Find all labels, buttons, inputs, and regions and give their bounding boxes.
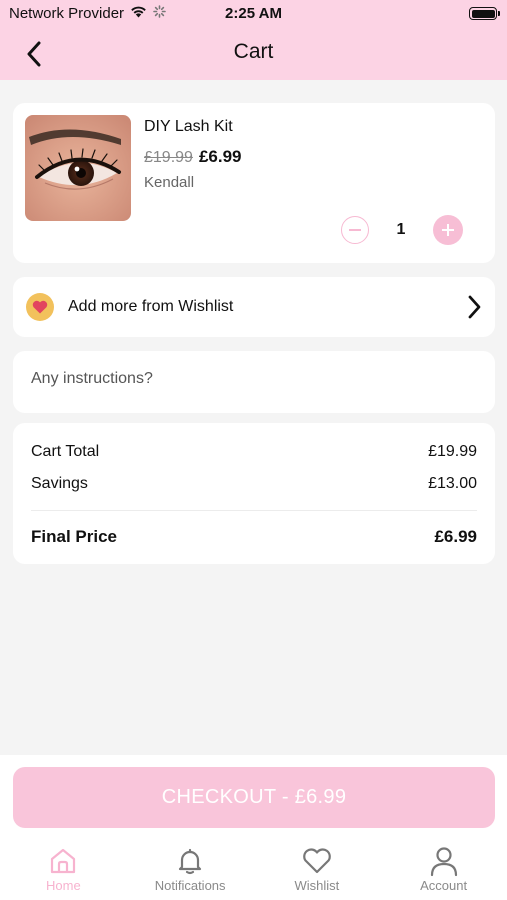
status-bar: Network Provider 2:25 AM [0, 0, 507, 28]
original-price: £19.99 [144, 149, 193, 166]
tab-label: Account [420, 878, 468, 893]
summary-divider [31, 510, 477, 511]
wishlist-heart-icon [26, 293, 54, 321]
final-price-label: Final Price [31, 527, 117, 546]
tab-bar: Home Notifications Wishlist Account [0, 845, 507, 900]
final-price-row: Final Price £6.99 [31, 527, 477, 547]
add-from-wishlist-row[interactable]: Add more from Wishlist [13, 277, 495, 337]
nav-bar: Cart [0, 28, 507, 80]
product-image[interactable] [25, 115, 131, 221]
instructions-input[interactable] [31, 370, 471, 388]
status-time: 2:25 AM [225, 5, 282, 22]
bell-icon [175, 845, 205, 877]
quantity-value: 1 [396, 221, 406, 238]
sale-price: £6.99 [198, 147, 242, 166]
chevron-right-icon [467, 295, 481, 324]
tab-home[interactable]: Home [0, 845, 127, 900]
page-title: Cart [233, 40, 274, 63]
tab-wishlist[interactable]: Wishlist [254, 845, 381, 900]
increase-quantity-button[interactable] [433, 215, 463, 245]
final-price-value: £6.99 [434, 527, 477, 546]
tab-notifications[interactable]: Notifications [127, 845, 254, 900]
tab-label: Home [46, 878, 81, 893]
bottom-area: CHECKOUT - £6.99 Home Notifications Wish… [0, 755, 507, 900]
wishlist-label: Add more from Wishlist [68, 298, 234, 315]
product-name[interactable]: DIY Lash Kit [144, 118, 233, 136]
checkout-button[interactable]: CHECKOUT - £6.99 [13, 767, 495, 828]
price-summary-card: Cart Total £19.99 Savings £13.00 Final P… [13, 423, 495, 564]
price-row: £19.99 £6.99 [144, 147, 241, 167]
battery-icon [469, 7, 500, 20]
cart-item-card: DIY Lash Kit £19.99 £6.99 Kendall 1 [13, 103, 495, 263]
cart-total-value: £19.99 [428, 443, 477, 460]
savings-label: Savings [31, 475, 88, 492]
heart-icon [301, 845, 333, 877]
tab-label: Notifications [154, 878, 226, 893]
tab-label: Wishlist [294, 878, 340, 893]
instructions-card [13, 351, 495, 413]
home-icon [48, 845, 78, 877]
user-icon [429, 845, 459, 877]
decrease-quantity-button[interactable] [341, 216, 369, 244]
savings-row: Savings £13.00 [31, 475, 477, 493]
tab-account[interactable]: Account [380, 845, 507, 900]
cart-total-label: Cart Total [31, 443, 100, 460]
product-brand: Kendall [144, 174, 195, 191]
quantity-stepper: 1 [341, 215, 463, 245]
savings-value: £13.00 [428, 475, 477, 492]
cart-total-row: Cart Total £19.99 [31, 443, 477, 461]
minus-icon [349, 229, 361, 231]
